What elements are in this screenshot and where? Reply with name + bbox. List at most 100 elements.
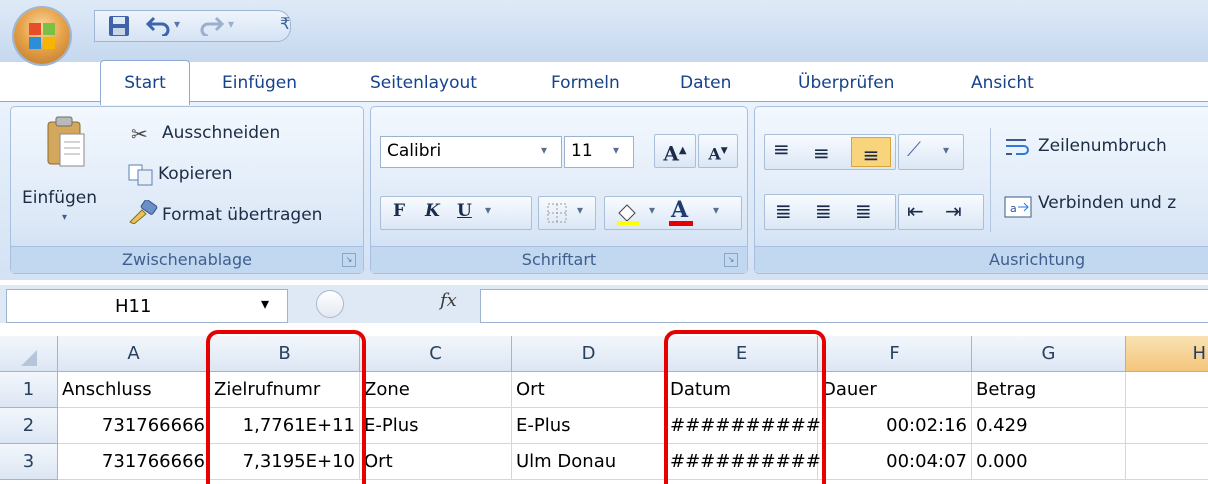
tab-start[interactable]: Start (100, 60, 190, 105)
paste-icon[interactable] (46, 116, 86, 168)
font-launcher-icon[interactable]: ↘ (724, 253, 738, 267)
highlight-column-b (206, 330, 366, 484)
wrap-text-icon (1006, 139, 1029, 155)
tab-formeln[interactable]: Formeln (551, 64, 620, 102)
merge-center-button[interactable]: Verbinden und z (1038, 193, 1176, 213)
alignment-divider (990, 128, 991, 232)
cell-g3[interactable]: 0.000 (972, 444, 1126, 480)
insert-function-icon[interactable]: fx (440, 290, 457, 311)
cell-c1[interactable]: Zone (360, 372, 512, 408)
cell-f1[interactable]: Dauer (818, 372, 972, 408)
horizontal-align-buttons: ≣ ≣ ≣ (764, 194, 896, 230)
underline-button[interactable]: U (457, 201, 472, 221)
grow-font-label: A (663, 141, 679, 166)
clipboard-launcher-icon[interactable]: ↘ (342, 253, 356, 267)
row-header-2[interactable]: 2 (0, 408, 58, 444)
undo-icon[interactable] (146, 14, 170, 36)
fill-color-dropdown-icon[interactable]: ▾ (649, 203, 655, 217)
column-header-c[interactable]: C (360, 336, 512, 372)
tab-ueberpruefen[interactable]: Überprüfen (798, 64, 894, 102)
underline-dropdown-icon[interactable]: ▾ (485, 203, 491, 217)
save-icon[interactable] (108, 15, 130, 37)
shrink-font-button[interactable]: A▼ (698, 134, 738, 168)
formula-circle-button[interactable] (316, 290, 344, 318)
paste-button[interactable]: Einfügen (22, 188, 97, 208)
align-center-icon[interactable]: ≣ (815, 199, 832, 223)
font-family-dropdown-icon[interactable]: ▾ (541, 143, 547, 157)
font-size-dropdown-icon[interactable]: ▾ (613, 143, 619, 157)
vertical-align-buttons: ≡ ≡ ≡ (764, 134, 896, 170)
copy-icon (128, 164, 153, 186)
cell-h1[interactable] (1126, 372, 1208, 408)
row-header-1[interactable]: 1 (0, 372, 58, 408)
tab-ansicht[interactable]: Ansicht (971, 64, 1034, 102)
align-bottom-icon[interactable]: ≡ (851, 137, 891, 167)
fill-color-icon[interactable] (615, 201, 641, 225)
redo-icon[interactable] (200, 14, 224, 36)
italic-button[interactable]: K (425, 201, 440, 221)
column-header-d[interactable]: D (512, 336, 666, 372)
cell-d2[interactable]: E-Plus (512, 408, 666, 444)
align-left-icon[interactable]: ≣ (775, 199, 792, 223)
cell-c3[interactable]: Ort (360, 444, 512, 480)
font-family-select[interactable]: Calibri ▾ (380, 136, 562, 168)
format-painter-button[interactable]: Format übertragen (162, 205, 322, 225)
border-dropdown-icon[interactable]: ▾ (577, 203, 583, 217)
wrap-text-button[interactable]: Zeilenumbruch (1038, 136, 1167, 156)
bold-button[interactable]: F (393, 201, 405, 221)
align-right-icon[interactable]: ≣ (855, 199, 872, 223)
office-logo-icon (29, 23, 55, 49)
font-color-dropdown-icon[interactable]: ▾ (713, 203, 719, 217)
cell-a1[interactable]: Anschluss (58, 372, 210, 408)
align-top-icon[interactable]: ≡ (773, 137, 790, 161)
copy-button[interactable]: Kopieren (158, 164, 233, 184)
decrease-indent-icon[interactable]: ⇤ (907, 199, 924, 223)
column-header-f[interactable]: F (818, 336, 972, 372)
cell-c2[interactable]: E-Plus (360, 408, 512, 444)
orientation-button[interactable]: ⟋ ▾ (898, 134, 964, 170)
redo-dropdown-icon: ▾ (228, 17, 235, 31)
cell-h2[interactable] (1126, 408, 1208, 444)
column-header-a[interactable]: A (58, 336, 210, 372)
tab-daten[interactable]: Daten (680, 64, 731, 102)
name-box-dropdown-icon[interactable]: ▾ (261, 294, 269, 313)
undo-dropdown-icon[interactable]: ▾ (174, 17, 180, 31)
clipboard-group-label: Zwischenablage (11, 246, 363, 273)
paste-dropdown-icon[interactable]: ▾ (62, 212, 67, 223)
increase-indent-icon[interactable]: ⇥ (945, 199, 962, 223)
font-color-button[interactable]: A (671, 197, 688, 223)
formula-input[interactable] (480, 289, 1208, 323)
cell-d1[interactable]: Ort (512, 372, 666, 408)
name-box[interactable]: H11 ▾ (6, 289, 288, 323)
tab-seitenlayout[interactable]: Seitenlayout (370, 64, 477, 102)
grow-font-button[interactable]: A▲ (654, 134, 696, 168)
format-painter-icon (129, 200, 158, 224)
cell-h3[interactable] (1126, 444, 1208, 480)
customize-qat-icon[interactable]: ₹ (280, 14, 290, 33)
column-header-g[interactable]: G (972, 336, 1126, 372)
font-size-select[interactable]: 11 ▾ (564, 136, 634, 168)
scissors-icon: ✂ (131, 122, 148, 146)
alignment-group: Ausrichtung (754, 106, 1208, 274)
font-color-swatch (669, 221, 693, 226)
svg-text:a: a (1010, 202, 1017, 215)
cut-button[interactable]: Ausschneiden (162, 123, 280, 143)
cell-a3[interactable]: 731766666 (58, 444, 210, 480)
cell-g2[interactable]: 0.429 (972, 408, 1126, 444)
align-middle-icon[interactable]: ≡ (813, 141, 830, 165)
border-button[interactable]: ▾ (538, 196, 596, 230)
grow-arrow-icon: ▲ (678, 145, 687, 156)
cell-f2[interactable]: 00:02:16 (818, 408, 972, 444)
cell-a2[interactable]: 731766666 (58, 408, 210, 444)
select-all-corner[interactable] (0, 336, 58, 372)
row-header-3[interactable]: 3 (0, 444, 58, 480)
cell-d3[interactable]: Ulm Donau (512, 444, 666, 480)
highlight-column-e (664, 330, 826, 484)
cell-g1[interactable]: Betrag (972, 372, 1126, 408)
orientation-dropdown-icon[interactable]: ▾ (943, 143, 949, 157)
tab-einfuegen[interactable]: Einfügen (222, 64, 297, 102)
font-size-value: 11 (571, 141, 593, 161)
name-box-value: H11 (115, 296, 152, 317)
column-header-h[interactable]: H (1126, 336, 1208, 372)
cell-f3[interactable]: 00:04:07 (818, 444, 972, 480)
